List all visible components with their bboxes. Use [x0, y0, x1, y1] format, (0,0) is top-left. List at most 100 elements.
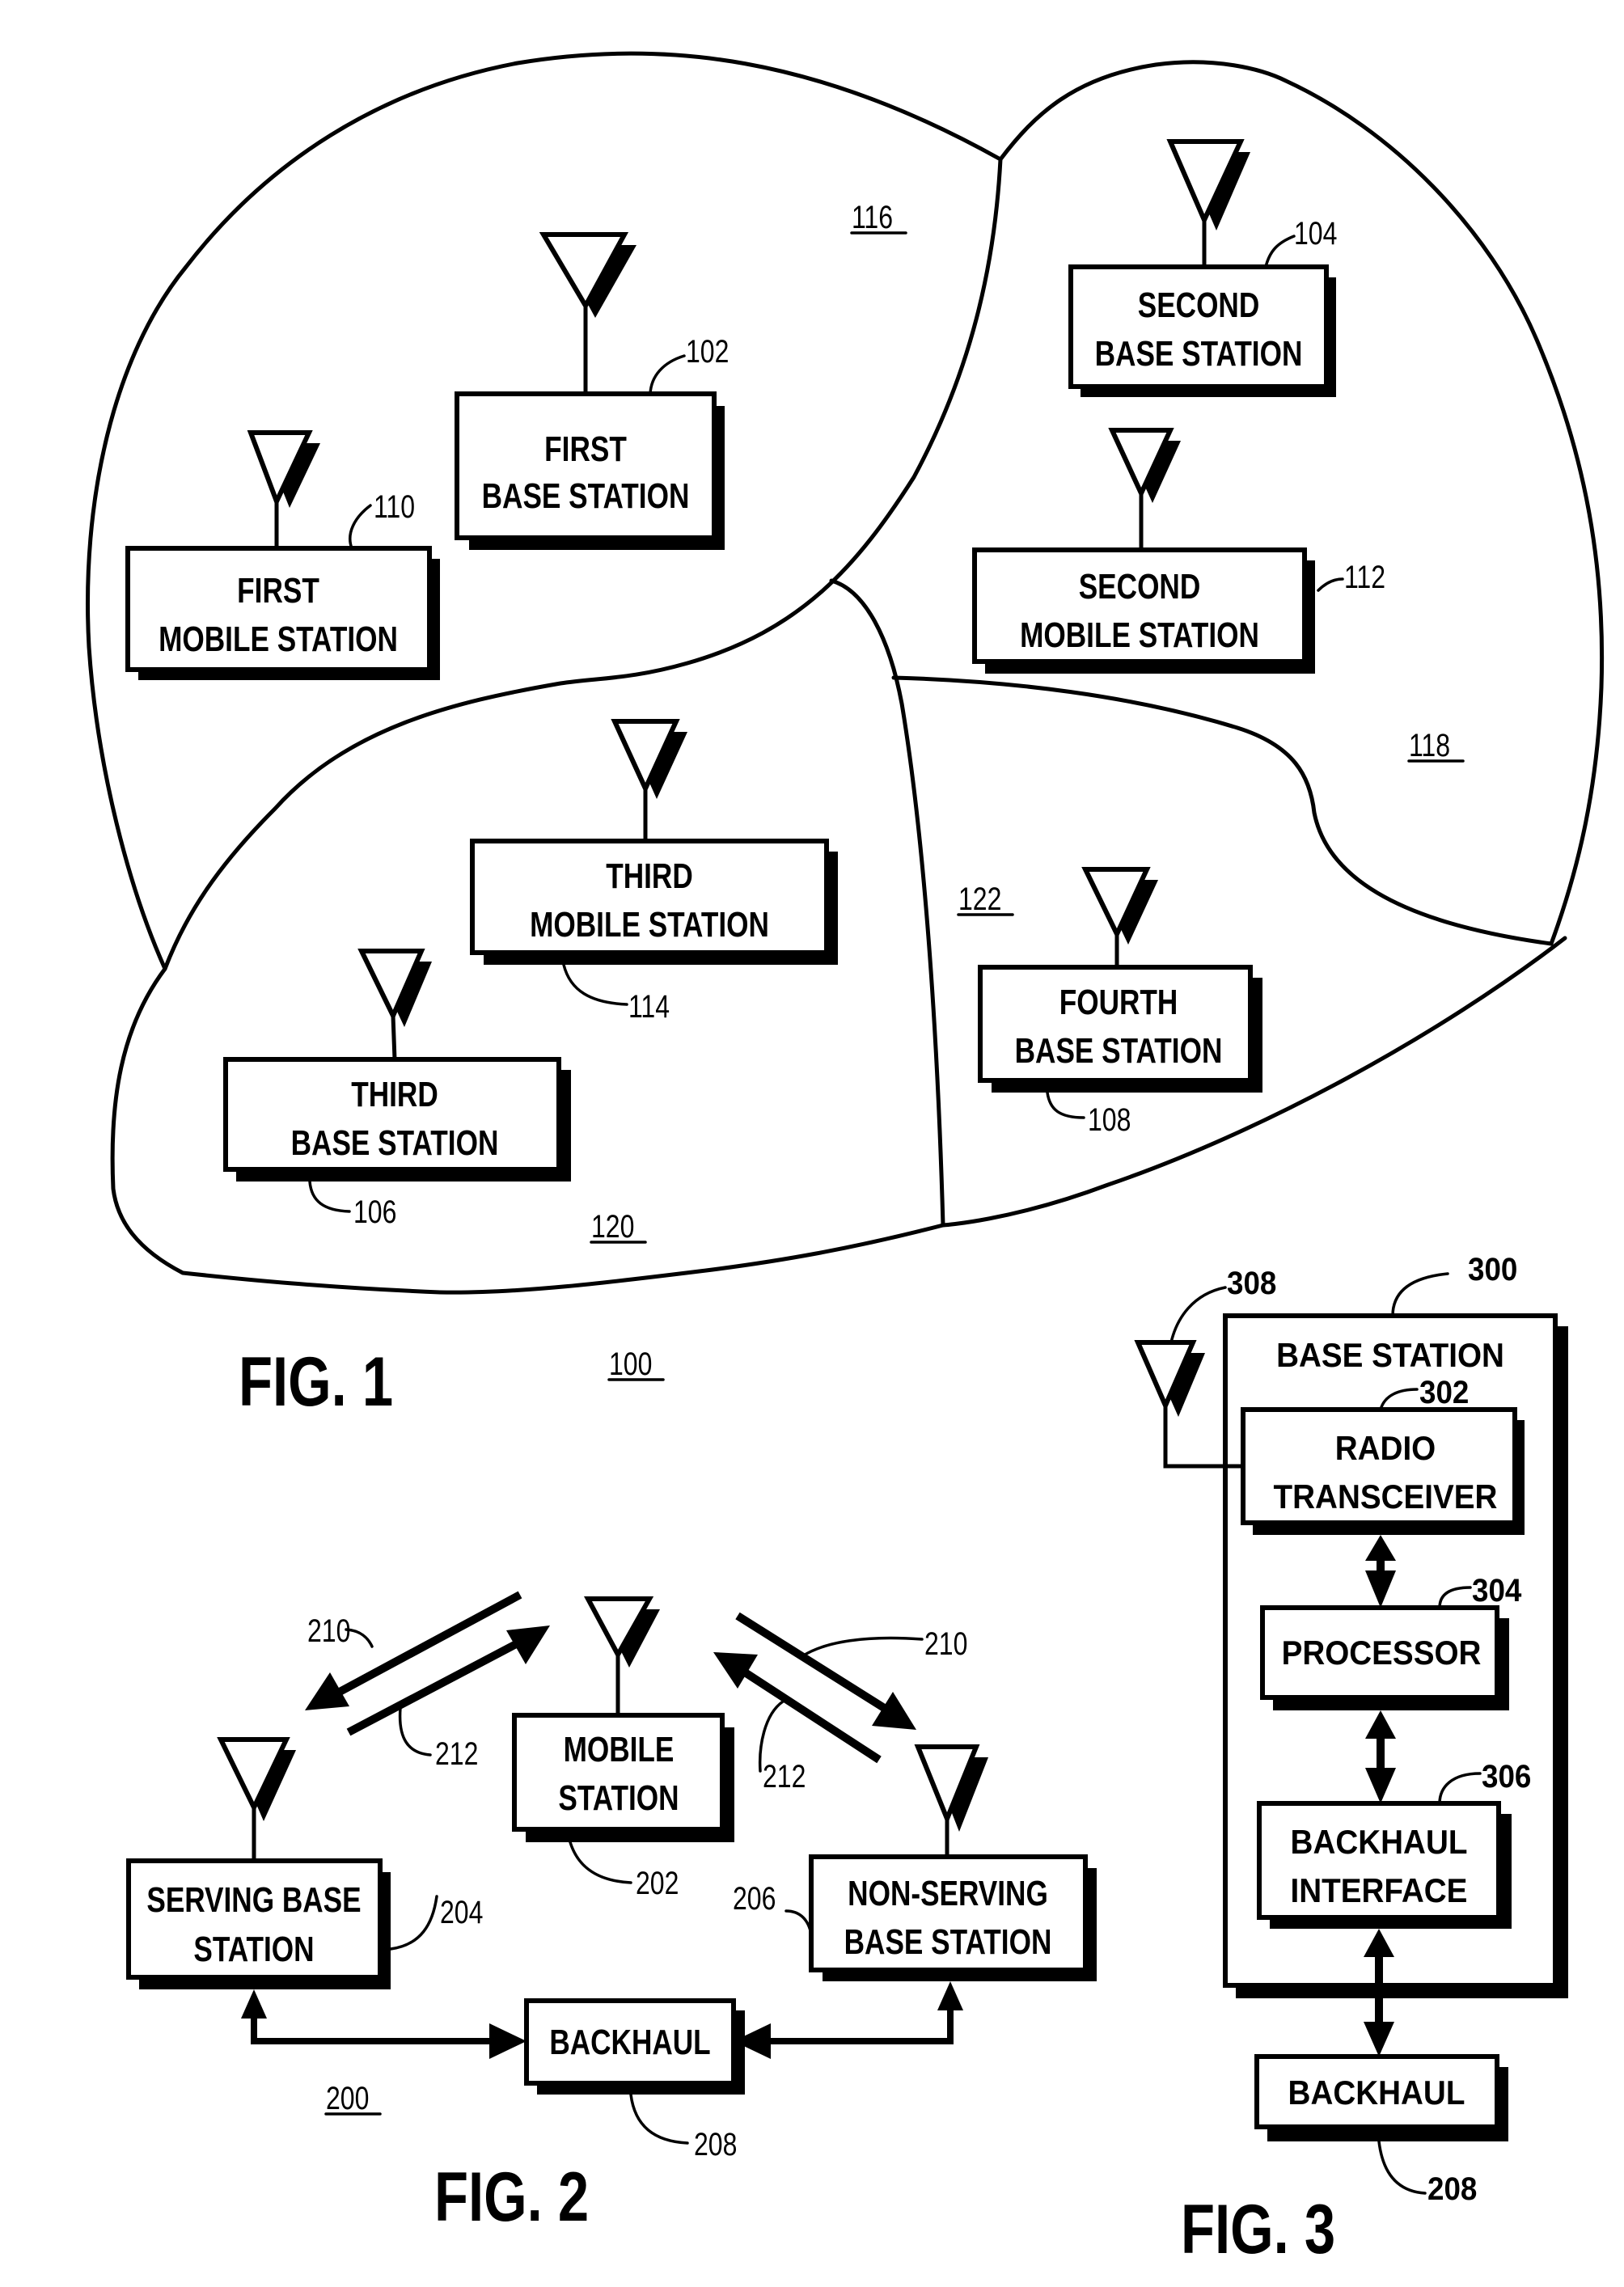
cell-120-label: 120 [591, 1208, 634, 1245]
second-base-station: SECOND BASE STATION 104 [1068, 139, 1337, 397]
radio-transceiver-line1: RADIO [1335, 1428, 1436, 1467]
label-line2: MOBILE STATION [530, 905, 769, 945]
label: BACKHAUL [549, 2023, 710, 2062]
label-line1: SECOND [1079, 567, 1201, 607]
container-label: BASE STATION [1276, 1335, 1504, 1374]
uplink-right-ref: 212 [763, 1758, 806, 1795]
leader-line [1391, 1272, 1449, 1317]
leader-line [1317, 577, 1344, 592]
downlink-left-arrow [337, 1591, 522, 1696]
leader-line [398, 1706, 432, 1756]
third-mobile-station: THIRD MOBILE STATION 114 [470, 719, 838, 1025]
fig3-caption: FIG. 3 [1181, 2191, 1335, 2268]
backhaul-interface-ref: 306 [1482, 1759, 1531, 1795]
downlink-right-arrow [735, 1612, 890, 1714]
patent-drawing-sheet: 116 118 120 122 FIRST BASE STATION 102 S [0, 0, 1624, 2283]
label-line2: STATION [558, 1778, 679, 1818]
ref-label: 104 [1294, 215, 1337, 252]
radio-transceiver-line2: TRANSCEIVER [1274, 1477, 1498, 1516]
uplink-right-arrow [740, 1667, 882, 1764]
label-line1: NON-SERVING [848, 1874, 1048, 1913]
label-line2: MOBILE STATION [159, 619, 398, 659]
container-ref: 300 [1468, 1252, 1517, 1288]
label-line1: FIRST [237, 571, 319, 611]
leader-line [349, 504, 372, 550]
label-line1: FIRST [544, 429, 627, 469]
leader-line [1377, 2140, 1427, 2195]
ref-label: 204 [440, 1894, 483, 1930]
backhaul-interface-line2: INTERFACE [1291, 1871, 1468, 1909]
leader-line [1046, 1091, 1085, 1119]
label-line2: BASE STATION [291, 1123, 499, 1163]
third-base-station: THIRD BASE STATION 106 [223, 949, 571, 1230]
first-base-station: FIRST BASE STATION 102 [455, 232, 729, 550]
arrowhead-right-icon [489, 2023, 527, 2059]
ref-label: 102 [686, 333, 729, 370]
first-mobile-station: FIRST MOBILE STATION 110 [125, 430, 440, 680]
leader-line [629, 2093, 689, 2145]
backhaul: BACKHAUL 208 [524, 1998, 745, 2162]
fig1-ref: 100 [609, 1346, 652, 1382]
ref-label: 114 [628, 988, 670, 1025]
ref-label: 110 [374, 488, 415, 525]
backhaul-interface-line1: BACKHAUL [1291, 1822, 1468, 1861]
serving-base-station: SERVING BASE STATION 204 [126, 1737, 483, 1989]
cell-122-label: 122 [958, 881, 1001, 917]
leader-line [649, 354, 686, 395]
leader-line [389, 1895, 438, 1951]
fig2: MOBILE STATION 202 SERVING BASE STATION … [126, 1591, 1097, 2236]
ref-label: 108 [1088, 1101, 1131, 1138]
leader-line [569, 1841, 632, 1884]
cell-116-label: 116 [852, 199, 893, 235]
label-line1: THIRD [351, 1075, 438, 1114]
arrowhead-icon [713, 1652, 758, 1689]
leader-line [1169, 1286, 1227, 1344]
fig2-caption: FIG. 2 [434, 2158, 589, 2236]
leader-line [785, 1909, 813, 1936]
processor-label: PROCESSOR [1282, 1633, 1482, 1672]
fig2-ref: 200 [326, 2080, 369, 2116]
label-line1: MOBILE [564, 1730, 675, 1769]
second-mobile-station: SECOND MOBILE STATION 112 [972, 428, 1385, 674]
cell-118-label: 118 [1409, 727, 1450, 763]
downlink-right-ref: 210 [924, 1625, 967, 1662]
label-line1: SERVING BASE [146, 1880, 361, 1920]
processor-ref: 304 [1472, 1573, 1522, 1609]
arrowhead-icon [872, 1692, 916, 1730]
uplink-left-arrow [346, 1639, 520, 1736]
ref-label: 208 [694, 2126, 737, 2162]
arrowhead-down-icon [1364, 2022, 1394, 2057]
drawing-svg: 116 118 120 122 FIRST BASE STATION 102 S [86, 51, 1605, 2268]
label-line1: SECOND [1138, 285, 1260, 325]
uplink-left-ref: 212 [435, 1735, 478, 1772]
label-line2: BASE STATION [1015, 1031, 1223, 1071]
antenna-ref: 308 [1227, 1266, 1276, 1302]
downlink-left-ref: 210 [307, 1613, 350, 1649]
ref-label: 206 [733, 1880, 776, 1917]
ref-label: 106 [353, 1194, 396, 1230]
antenna-mast [391, 1013, 397, 1062]
ref-label: 112 [1344, 559, 1385, 595]
fig3: BASE STATION 300 308 RADIO TRANSCEIVER 3… [1134, 1252, 1568, 2268]
serving-backhaul-link [251, 2014, 495, 2044]
leader-line [562, 963, 628, 1006]
radio-transceiver-ref: 302 [1419, 1375, 1469, 1411]
fig1-caption: FIG. 1 [239, 1343, 393, 1421]
leader-line [801, 1636, 924, 1658]
nonserving-backhaul-link [764, 2006, 954, 2044]
label-line2: BASE STATION [1095, 334, 1303, 374]
label-line2: MOBILE STATION [1020, 615, 1259, 655]
label-line1: THIRD [606, 856, 693, 896]
label-line1: FOURTH [1059, 983, 1178, 1022]
arrowhead-up-icon [241, 1989, 267, 2019]
fig1: 116 118 120 122 FIRST BASE STATION 102 S [86, 51, 1605, 1421]
label-line2: BASE STATION [844, 1922, 1052, 1962]
label-line2: STATION [193, 1930, 314, 1969]
mobile-station: MOBILE STATION 202 [512, 1596, 734, 1901]
arrowhead-up-icon [937, 1981, 963, 2010]
leader-line [308, 1180, 351, 1213]
backhaul-label: BACKHAUL [1288, 2073, 1465, 2112]
cell-118-boundary [998, 60, 1605, 946]
label-line2: BASE STATION [482, 476, 690, 516]
backhaul-ref: 208 [1427, 2171, 1477, 2208]
